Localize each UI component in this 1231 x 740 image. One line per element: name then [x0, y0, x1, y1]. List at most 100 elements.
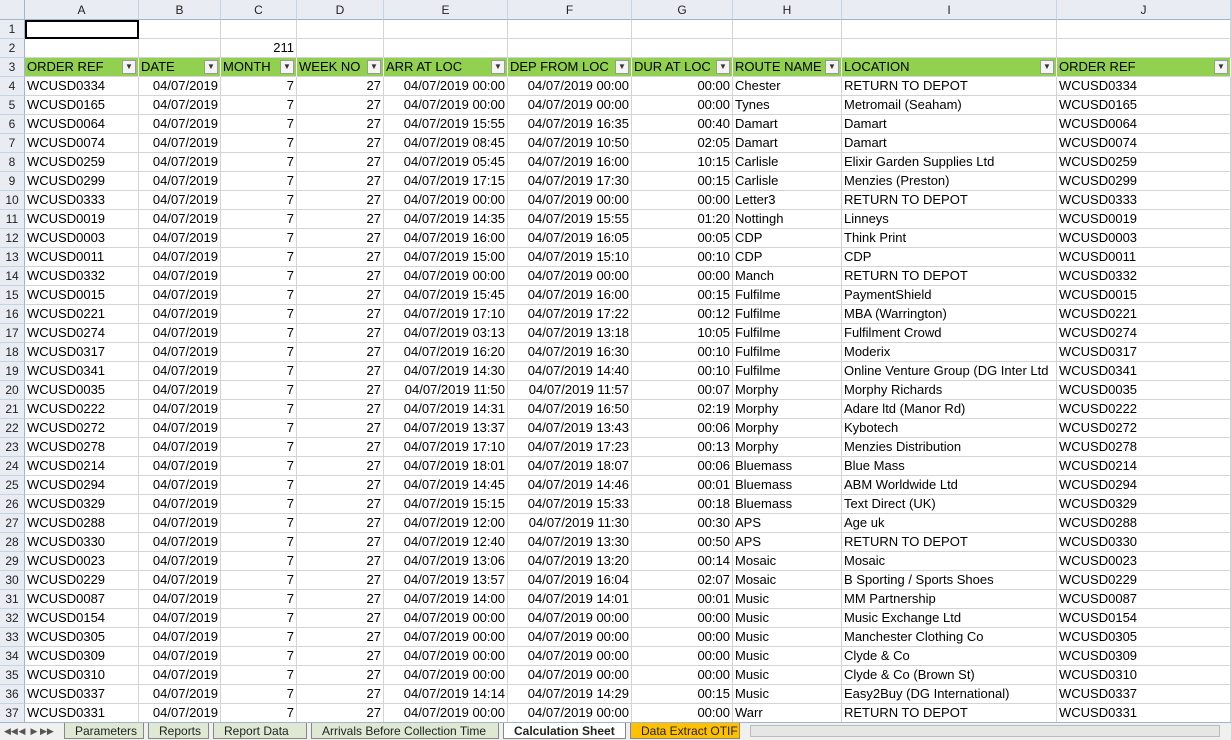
cell[interactable]: 04/07/2019 00:00 [384, 609, 508, 628]
cell[interactable]: 27 [297, 590, 384, 609]
sheet-tab[interactable]: Calculation Sheet [503, 723, 626, 739]
cell[interactable]: 04/07/2019 17:30 [508, 172, 632, 191]
row-header[interactable]: 8 [0, 153, 25, 172]
cell[interactable]: WCUSD0305 [1057, 628, 1231, 647]
cell[interactable]: 00:15 [632, 685, 733, 704]
cell[interactable]: 27 [297, 191, 384, 210]
cell[interactable]: Music Exchange Ltd [842, 609, 1057, 628]
cell[interactable]: 04/07/2019 14:40 [508, 362, 632, 381]
cell[interactable]: B Sporting / Sports Shoes [842, 571, 1057, 590]
cell[interactable]: WCUSD0229 [25, 571, 139, 590]
row-header[interactable]: 26 [0, 495, 25, 514]
cell[interactable]: WCUSD0023 [25, 552, 139, 571]
cell[interactable]: 04/07/2019 17:10 [384, 305, 508, 324]
cell[interactable]: Metromail (Seaham) [842, 96, 1057, 115]
row-header[interactable]: 12 [0, 229, 25, 248]
cell[interactable]: 00:15 [632, 172, 733, 191]
sheet-tab[interactable]: Reports [148, 723, 209, 739]
cell[interactable]: WCUSD0214 [25, 457, 139, 476]
cell[interactable] [297, 20, 384, 39]
cell[interactable]: 27 [297, 362, 384, 381]
cell[interactable]: WCUSD0087 [1057, 590, 1231, 609]
cell[interactable]: 7 [221, 248, 297, 267]
cell[interactable]: CDP [733, 229, 842, 248]
cell[interactable]: WCUSD0337 [25, 685, 139, 704]
cell[interactable]: 04/07/2019 [139, 286, 221, 305]
cell[interactable] [508, 39, 632, 58]
cell[interactable]: 27 [297, 514, 384, 533]
row-header[interactable]: 33 [0, 628, 25, 647]
cell[interactable]: Letter3 [733, 191, 842, 210]
cell[interactable]: WCUSD0222 [1057, 400, 1231, 419]
cell[interactable]: 04/07/2019 12:40 [384, 533, 508, 552]
cell[interactable]: 7 [221, 172, 297, 191]
cell[interactable] [139, 39, 221, 58]
cell[interactable]: 04/07/2019 [139, 172, 221, 191]
cell[interactable]: 04/07/2019 00:00 [384, 77, 508, 96]
cell[interactable]: Morphy Richards [842, 381, 1057, 400]
cell[interactable]: 04/07/2019 14:00 [384, 590, 508, 609]
cell[interactable]: Music [733, 666, 842, 685]
cell[interactable]: 04/07/2019 13:43 [508, 419, 632, 438]
cell[interactable]: 04/07/2019 11:57 [508, 381, 632, 400]
cell[interactable]: 00:00 [632, 267, 733, 286]
cell[interactable]: Moderix [842, 343, 1057, 362]
cell[interactable]: 27 [297, 571, 384, 590]
cell[interactable]: 27 [297, 381, 384, 400]
cell[interactable]: Damart [733, 115, 842, 134]
cell[interactable]: WCUSD0294 [25, 476, 139, 495]
cell[interactable]: Music [733, 685, 842, 704]
cell[interactable]: WCUSD0305 [25, 628, 139, 647]
cell[interactable] [1057, 20, 1231, 39]
cell[interactable]: 04/07/2019 14:45 [384, 476, 508, 495]
cell[interactable]: 7 [221, 666, 297, 685]
cell[interactable]: 7 [221, 476, 297, 495]
cell[interactable]: 04/07/2019 08:45 [384, 134, 508, 153]
cell[interactable]: 04/07/2019 [139, 419, 221, 438]
cell[interactable]: 04/07/2019 10:50 [508, 134, 632, 153]
cell[interactable]: 27 [297, 533, 384, 552]
row-header[interactable]: 13 [0, 248, 25, 267]
cell[interactable]: WCUSD0332 [1057, 267, 1231, 286]
cell[interactable]: 7 [221, 305, 297, 324]
cell[interactable]: 04/07/2019 [139, 476, 221, 495]
sheet-nav-button[interactable]: ▶▶ [40, 723, 54, 739]
cell[interactable]: 04/07/2019 16:30 [508, 343, 632, 362]
cell[interactable]: WCUSD0299 [1057, 172, 1231, 191]
cell[interactable]: Fulfilme [733, 362, 842, 381]
cell[interactable]: 04/07/2019 14:46 [508, 476, 632, 495]
cell[interactable]: 00:30 [632, 514, 733, 533]
cell[interactable]: WCUSD0259 [25, 153, 139, 172]
cell[interactable]: 04/07/2019 [139, 77, 221, 96]
column-header-g[interactable]: G [632, 0, 733, 20]
sheet-nav-button[interactable]: ▶ [28, 723, 40, 739]
cell[interactable]: 04/07/2019 00:00 [508, 628, 632, 647]
cell[interactable]: Morphy [733, 419, 842, 438]
cell[interactable]: 04/07/2019 [139, 571, 221, 590]
cell[interactable]: Damart [733, 134, 842, 153]
cell[interactable]: 04/07/2019 13:20 [508, 552, 632, 571]
cell[interactable]: 04/07/2019 11:50 [384, 381, 508, 400]
cell[interactable]: Mosaic [842, 552, 1057, 571]
row-header[interactable]: 21 [0, 400, 25, 419]
cell[interactable]: 00:07 [632, 381, 733, 400]
cell[interactable]: 00:12 [632, 305, 733, 324]
row-header[interactable]: 3 [0, 58, 25, 77]
cell[interactable]: 7 [221, 609, 297, 628]
row-header[interactable]: 2 [0, 39, 25, 58]
cell[interactable]: 04/07/2019 16:05 [508, 229, 632, 248]
cell[interactable]: WCUSD0087 [25, 590, 139, 609]
cell[interactable]: 04/07/2019 [139, 153, 221, 172]
cell[interactable]: 7 [221, 552, 297, 571]
cell[interactable]: 10:15 [632, 153, 733, 172]
cell[interactable]: 27 [297, 210, 384, 229]
cell[interactable]: 04/07/2019 15:10 [508, 248, 632, 267]
row-header[interactable]: 35 [0, 666, 25, 685]
cell[interactable] [632, 20, 733, 39]
cell[interactable]: WCUSD0154 [1057, 609, 1231, 628]
table-header-cell[interactable]: ARR AT LOC ▼ [384, 58, 508, 77]
cell[interactable]: 04/07/2019 [139, 305, 221, 324]
filter-dropdown-icon[interactable]: ▼ [615, 60, 629, 74]
cell[interactable]: 7 [221, 647, 297, 666]
filter-dropdown-icon[interactable]: ▼ [716, 60, 730, 74]
